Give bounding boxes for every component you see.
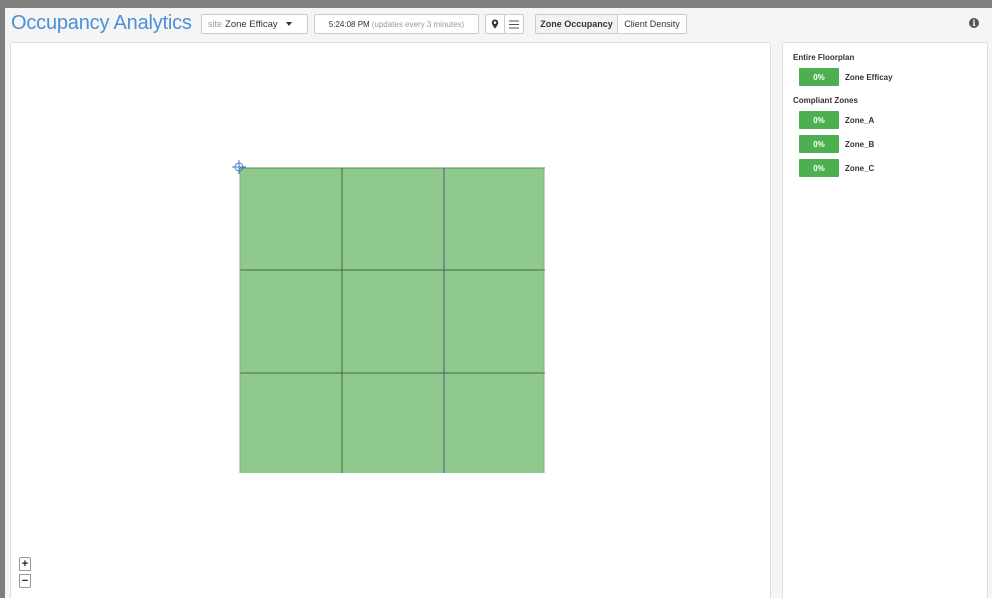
app-window: Occupancy Analytics site Zone Efficay 5:…: [5, 8, 992, 598]
list-item[interactable]: 0% Zone Efficay: [793, 68, 977, 86]
zone-name: Zone_A: [845, 115, 875, 125]
update-note-label: (updates every 3 minutes): [371, 19, 465, 29]
hamburger-icon: [509, 20, 519, 28]
list-item[interactable]: 0% Zone_C: [793, 159, 977, 177]
occupancy-sidebar: Entire Floorplan 0% Zone Efficay Complia…: [782, 42, 988, 598]
page-title: Occupancy Analytics: [11, 12, 192, 34]
header-bar: Occupancy Analytics site Zone Efficay 5:…: [5, 8, 992, 40]
location-pin-button[interactable]: [485, 14, 505, 34]
map-pin-icon: [491, 19, 499, 29]
chevron-down-icon: [285, 22, 292, 26]
zone-name: Zone Efficay: [845, 72, 893, 82]
list-item[interactable]: 0% Zone_B: [793, 135, 977, 153]
zone-grid-fill: [240, 168, 544, 473]
zoom-in-button[interactable]: +: [19, 557, 31, 571]
floorplan-zones: [232, 160, 545, 473]
occupancy-badge: 0%: [799, 159, 839, 177]
zoom-out-button[interactable]: −: [19, 574, 31, 588]
occupancy-badge: 0%: [799, 111, 839, 129]
floorplan-map[interactable]: + −: [10, 42, 771, 598]
site-selector[interactable]: site Zone Efficay: [201, 14, 308, 34]
site-prefix-label: site: [208, 19, 223, 29]
info-icon[interactable]: i: [969, 18, 979, 28]
occupancy-badge: 0%: [799, 68, 839, 86]
compliant-zones-title: Compliant Zones: [793, 96, 858, 105]
list-menu-button[interactable]: [504, 14, 524, 34]
zone-name: Zone_C: [845, 163, 875, 173]
time-label: 5:24:08 PM: [328, 19, 370, 29]
tab-zone-occupancy[interactable]: Zone Occupancy: [535, 14, 618, 34]
tab-client-density[interactable]: Client Density: [617, 14, 687, 34]
site-name-label: Zone Efficay: [225, 18, 278, 30]
entire-floorplan-title: Entire Floorplan: [793, 53, 855, 62]
occupancy-badge: 0%: [799, 135, 839, 153]
list-item[interactable]: 0% Zone_A: [793, 111, 977, 129]
zone-name: Zone_B: [845, 139, 875, 149]
refresh-time-button[interactable]: 5:24:08 PM (updates every 3 minutes): [314, 14, 479, 34]
